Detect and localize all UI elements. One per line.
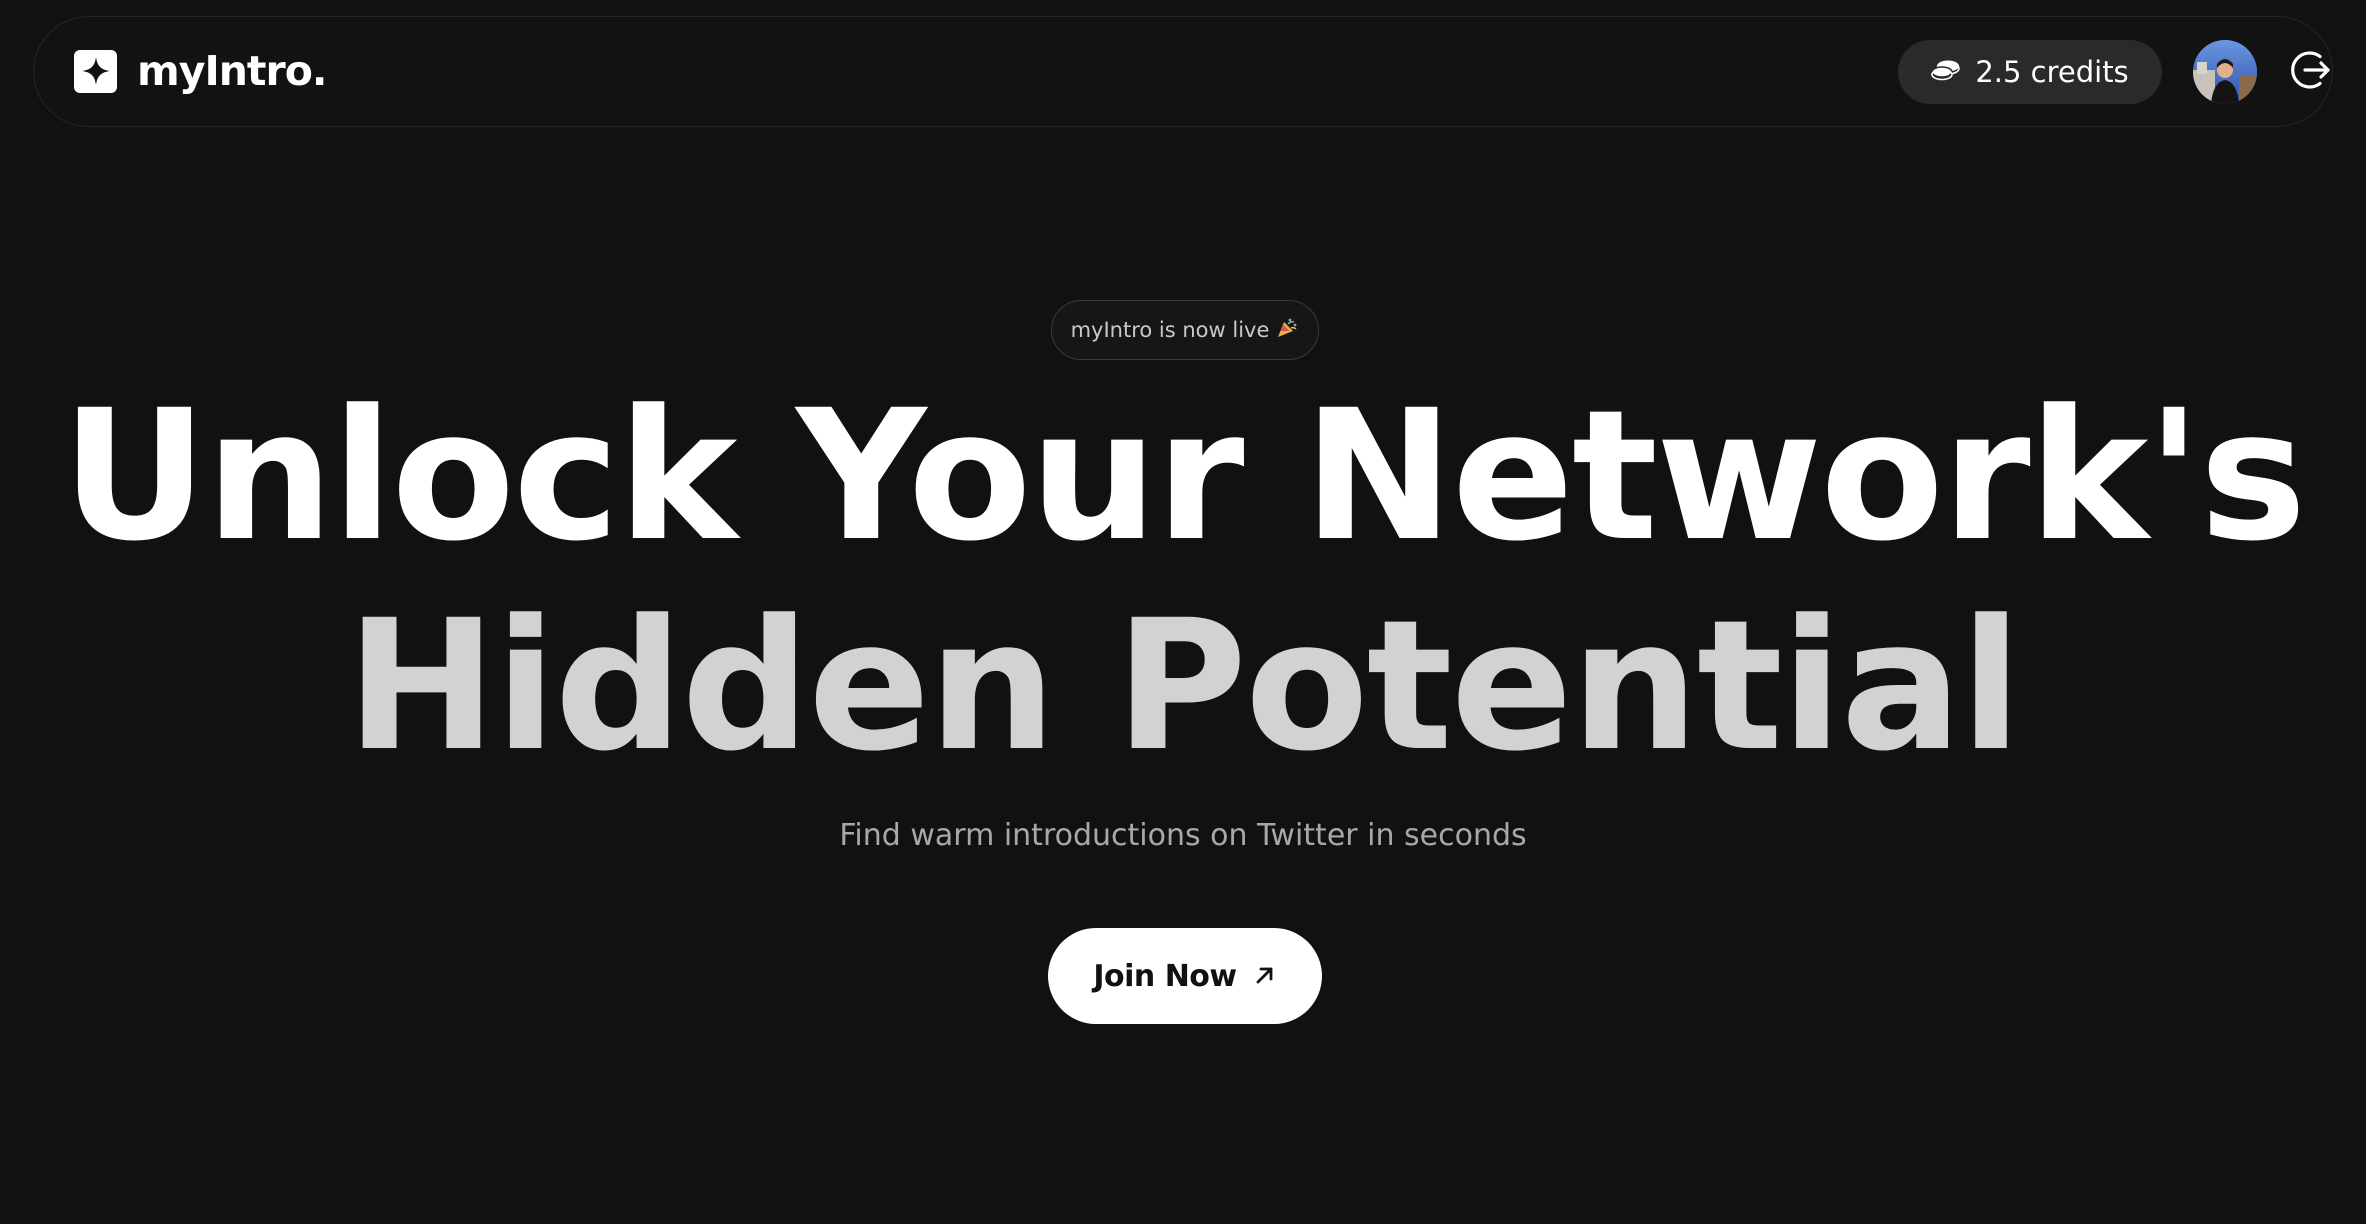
hero-subheadline: Find warm introductions on Twitter in se… [839,818,1527,853]
brand-home-link[interactable]: myIntro. [74,17,327,125]
join-now-label: Join Now [1093,958,1237,994]
top-navbar: myIntro. 2.5 credits [33,16,2333,127]
credits-button[interactable]: 2.5 credits [1898,40,2162,104]
sparkle-icon [74,49,117,93]
coins-icon [1931,59,1961,85]
hero-headline-line1: Unlock Your Network's [61,372,2306,581]
credits-balance: 2.5 credits [1975,55,2129,89]
hero-headline-line2: Hidden Potential [346,582,2022,791]
badge-text: myIntro is now live [1070,318,1270,342]
arrow-up-right-icon [1253,963,1277,990]
user-avatar[interactable] [2193,40,2257,104]
party-popper-icon [1275,316,1299,345]
announcement-badge: myIntro is now live [1051,300,1319,360]
brand-name: myIntro. [137,47,327,95]
landing-page: myIntro. 2.5 credits myIntro is now live… [0,0,2366,1224]
join-now-button[interactable]: Join Now [1048,928,1322,1024]
logout-button[interactable] [2288,48,2336,96]
logout-icon [2290,48,2334,96]
